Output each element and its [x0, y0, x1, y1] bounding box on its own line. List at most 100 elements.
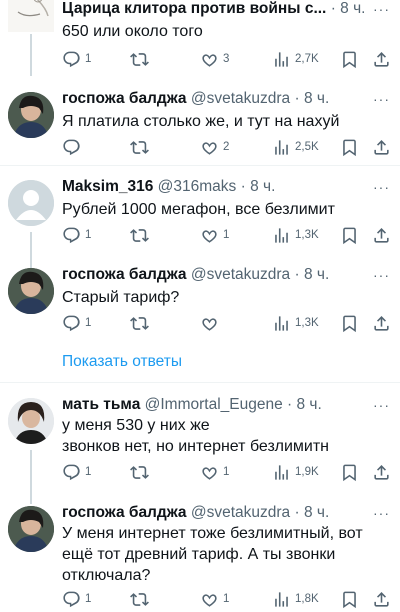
user-handle[interactable]: @svetakuzdra [191, 504, 290, 521]
retweet-button[interactable] [130, 48, 149, 70]
separator [0, 382, 400, 383]
views-icon [272, 50, 291, 69]
like-button[interactable]: 1 [200, 461, 229, 483]
timestamp[interactable]: · 8 ч. [331, 0, 366, 17]
like-count: 1 [223, 466, 230, 478]
like-button[interactable]: 2 [200, 136, 229, 158]
user-handle[interactable]: @svetakuzdra [191, 266, 290, 283]
tweet-actions: 1 1,3K [62, 312, 392, 334]
display-name[interactable]: Maksim_316 [62, 178, 153, 195]
bookmark-button[interactable] [340, 48, 359, 70]
bookmark-button[interactable] [340, 136, 359, 158]
display-name[interactable]: госпожа балджа [62, 266, 187, 283]
share-button[interactable] [372, 461, 391, 483]
bookmark-button[interactable] [340, 224, 359, 246]
tweet[interactable]: Царица клитора против войны с... · 8 ч. … [0, 0, 400, 76]
display-name[interactable]: Царица клитора против войны с... [62, 0, 326, 17]
avatar[interactable] [8, 268, 54, 314]
more-icon[interactable]: ··· [373, 180, 390, 194]
reply-button[interactable] [62, 136, 85, 158]
retweet-button[interactable] [130, 461, 149, 483]
tweet-text-line: У меня интернет тоже безлимитный, вот [62, 525, 363, 542]
share-button[interactable] [372, 48, 391, 70]
tweet-header: госпожа балджа @svetakuzdra · 8 ч. [62, 502, 390, 524]
separator [0, 165, 400, 166]
timestamp[interactable]: · 8 ч. [294, 90, 329, 107]
more-icon[interactable]: ··· [373, 2, 390, 16]
avatar[interactable] [8, 92, 54, 138]
more-icon[interactable]: ··· [373, 506, 390, 520]
views-button[interactable]: 1,8K [272, 588, 319, 610]
like-button[interactable]: 1 [200, 224, 229, 246]
retweet-button[interactable] [130, 312, 149, 334]
tweet-text-line: ещё тот древний тариф. А ты звонки [62, 546, 336, 563]
display-name[interactable]: госпожа балджа [62, 504, 187, 521]
like-icon [200, 463, 219, 482]
retweet-button[interactable] [130, 224, 149, 246]
share-button[interactable] [372, 588, 391, 610]
tweet[interactable]: госпожа балджа @svetakuzdra · 8 ч. ··· У… [0, 502, 400, 612]
bookmark-icon [340, 590, 359, 609]
tweet-text: Старый тариф? [62, 287, 380, 308]
more-icon[interactable]: ··· [373, 398, 390, 412]
tweet[interactable]: госпожа балджа @svetakuzdra · 8 ч. ··· Я… [0, 88, 400, 160]
share-icon [372, 314, 391, 333]
user-handle[interactable]: @svetakuzdra [191, 90, 290, 107]
reply-button[interactable]: 1 [62, 461, 91, 483]
tweet[interactable]: Maksim_316 @316maks · 8 ч. ··· Рублей 10… [0, 176, 400, 268]
thread-line [30, 34, 32, 76]
timestamp[interactable]: · 8 ч. [287, 396, 322, 413]
reply-button[interactable]: 1 [62, 224, 91, 246]
retweet-button[interactable] [130, 136, 149, 158]
user-handle[interactable]: @316maks [158, 178, 237, 195]
like-icon [200, 314, 219, 333]
avatar[interactable] [8, 506, 54, 552]
bookmark-button[interactable] [340, 588, 359, 610]
like-button[interactable]: 3 [200, 48, 229, 70]
views-icon [272, 226, 291, 245]
views-button[interactable]: 1,9K [272, 461, 319, 483]
user-handle[interactable]: @Immortal_Eugene [145, 396, 283, 413]
bookmark-button[interactable] [340, 461, 359, 483]
timestamp[interactable]: · 8 ч. [294, 266, 329, 283]
share-icon [372, 226, 391, 245]
thread-line [30, 232, 32, 268]
more-icon[interactable]: ··· [373, 92, 390, 106]
timestamp[interactable]: · 8 ч. [294, 504, 329, 521]
reply-count: 1 [85, 317, 92, 329]
display-name[interactable]: мать тьма [62, 396, 140, 413]
show-replies-link[interactable]: Показать ответы [62, 353, 182, 371]
like-count: 1 [223, 593, 230, 605]
tweet[interactable]: госпожа балджа @svetakuzdra · 8 ч. ··· С… [0, 264, 400, 336]
views-count: 1,3K [295, 317, 319, 329]
reply-button[interactable]: 1 [62, 48, 91, 70]
display-name[interactable]: госпожа балджа [62, 90, 187, 107]
avatar[interactable] [8, 398, 54, 444]
views-icon [272, 314, 291, 333]
tweet-text-line: Старый тариф? [62, 289, 180, 306]
reply-icon [62, 590, 81, 609]
views-button[interactable]: 1,3K [272, 224, 319, 246]
views-icon [272, 463, 291, 482]
bookmark-button[interactable] [340, 312, 359, 334]
like-icon [200, 590, 219, 609]
tweet-text-line: Рублей 1000 мегафон, все безлимит [62, 201, 335, 218]
more-icon[interactable]: ··· [373, 268, 390, 282]
retweet-button[interactable] [130, 588, 149, 610]
avatar[interactable] [8, 0, 54, 32]
views-button[interactable]: 2,5K [272, 136, 319, 158]
timestamp[interactable]: · 8 ч. [241, 178, 276, 195]
reply-button[interactable]: 1 [62, 588, 91, 610]
share-button[interactable] [372, 224, 391, 246]
retweet-icon [130, 50, 149, 69]
avatar[interactable] [8, 180, 54, 226]
share-button[interactable] [372, 312, 391, 334]
like-button[interactable] [200, 312, 223, 334]
like-button[interactable]: 1 [200, 588, 229, 610]
tweet[interactable]: мать тьма @Immortal_Eugene · 8 ч. ··· у … [0, 394, 400, 504]
share-button[interactable] [372, 136, 391, 158]
tweet-header: госпожа балджа @svetakuzdra · 8 ч. [62, 264, 390, 286]
views-button[interactable]: 1,3K [272, 312, 319, 334]
reply-button[interactable]: 1 [62, 312, 91, 334]
views-button[interactable]: 2,7K [272, 48, 319, 70]
